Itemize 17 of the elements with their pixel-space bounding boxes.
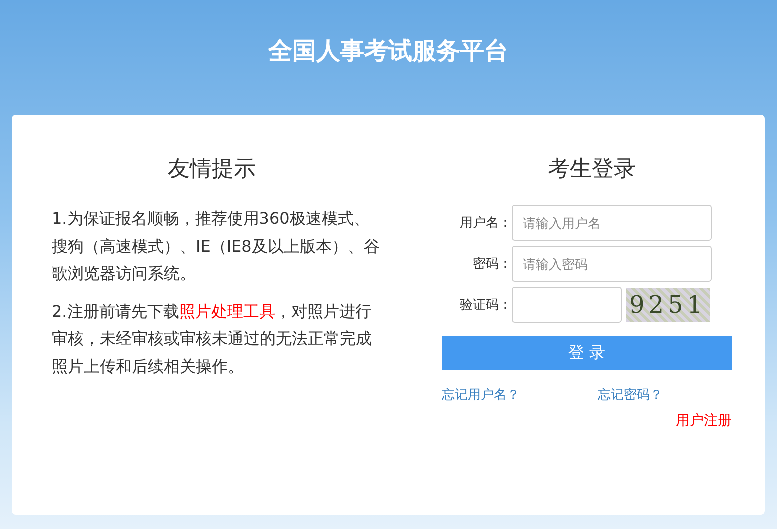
field-label: 用户名： <box>459 215 512 232</box>
forgot-link[interactable]: 忘记密码？ <box>598 386 684 404</box>
register-link[interactable]: 用户注册 <box>676 412 732 430</box>
login-button[interactable]: 登 录 <box>442 336 732 370</box>
tip-paragraph: 1.为保证报名顺畅，推荐使用360极速模式、搜狗（高速模式）、IE（IE8及以上版本）、谷歌浏览器访问系统。 <box>52 208 381 285</box>
captcha-image[interactable]: 9251 <box>626 288 710 322</box>
forgot-link[interactable]: 忘记用户名？ <box>442 386 528 404</box>
captcha-field[interactable] <box>512 287 622 323</box>
tool-link[interactable]: 照片处理工具 <box>179 302 276 320</box>
username-field[interactable]: 请输入用户名 <box>512 205 712 241</box>
login-heading: 考生登录 <box>547 156 637 184</box>
field-label: 密码： <box>472 256 512 273</box>
page-title: 全国人事考试服务平台 <box>267 36 510 67</box>
password-field[interactable]: 请输入密码 <box>512 246 712 282</box>
tips-heading: 友情提示 <box>167 156 257 184</box>
tip-paragraph: 2.注册前请先下载照片处理工具，对照片进行审核，未经审核或审核未通过的无法正常完成照片上传和后续相关操作。 <box>52 300 373 378</box>
field-label: 验证码： <box>459 297 512 314</box>
